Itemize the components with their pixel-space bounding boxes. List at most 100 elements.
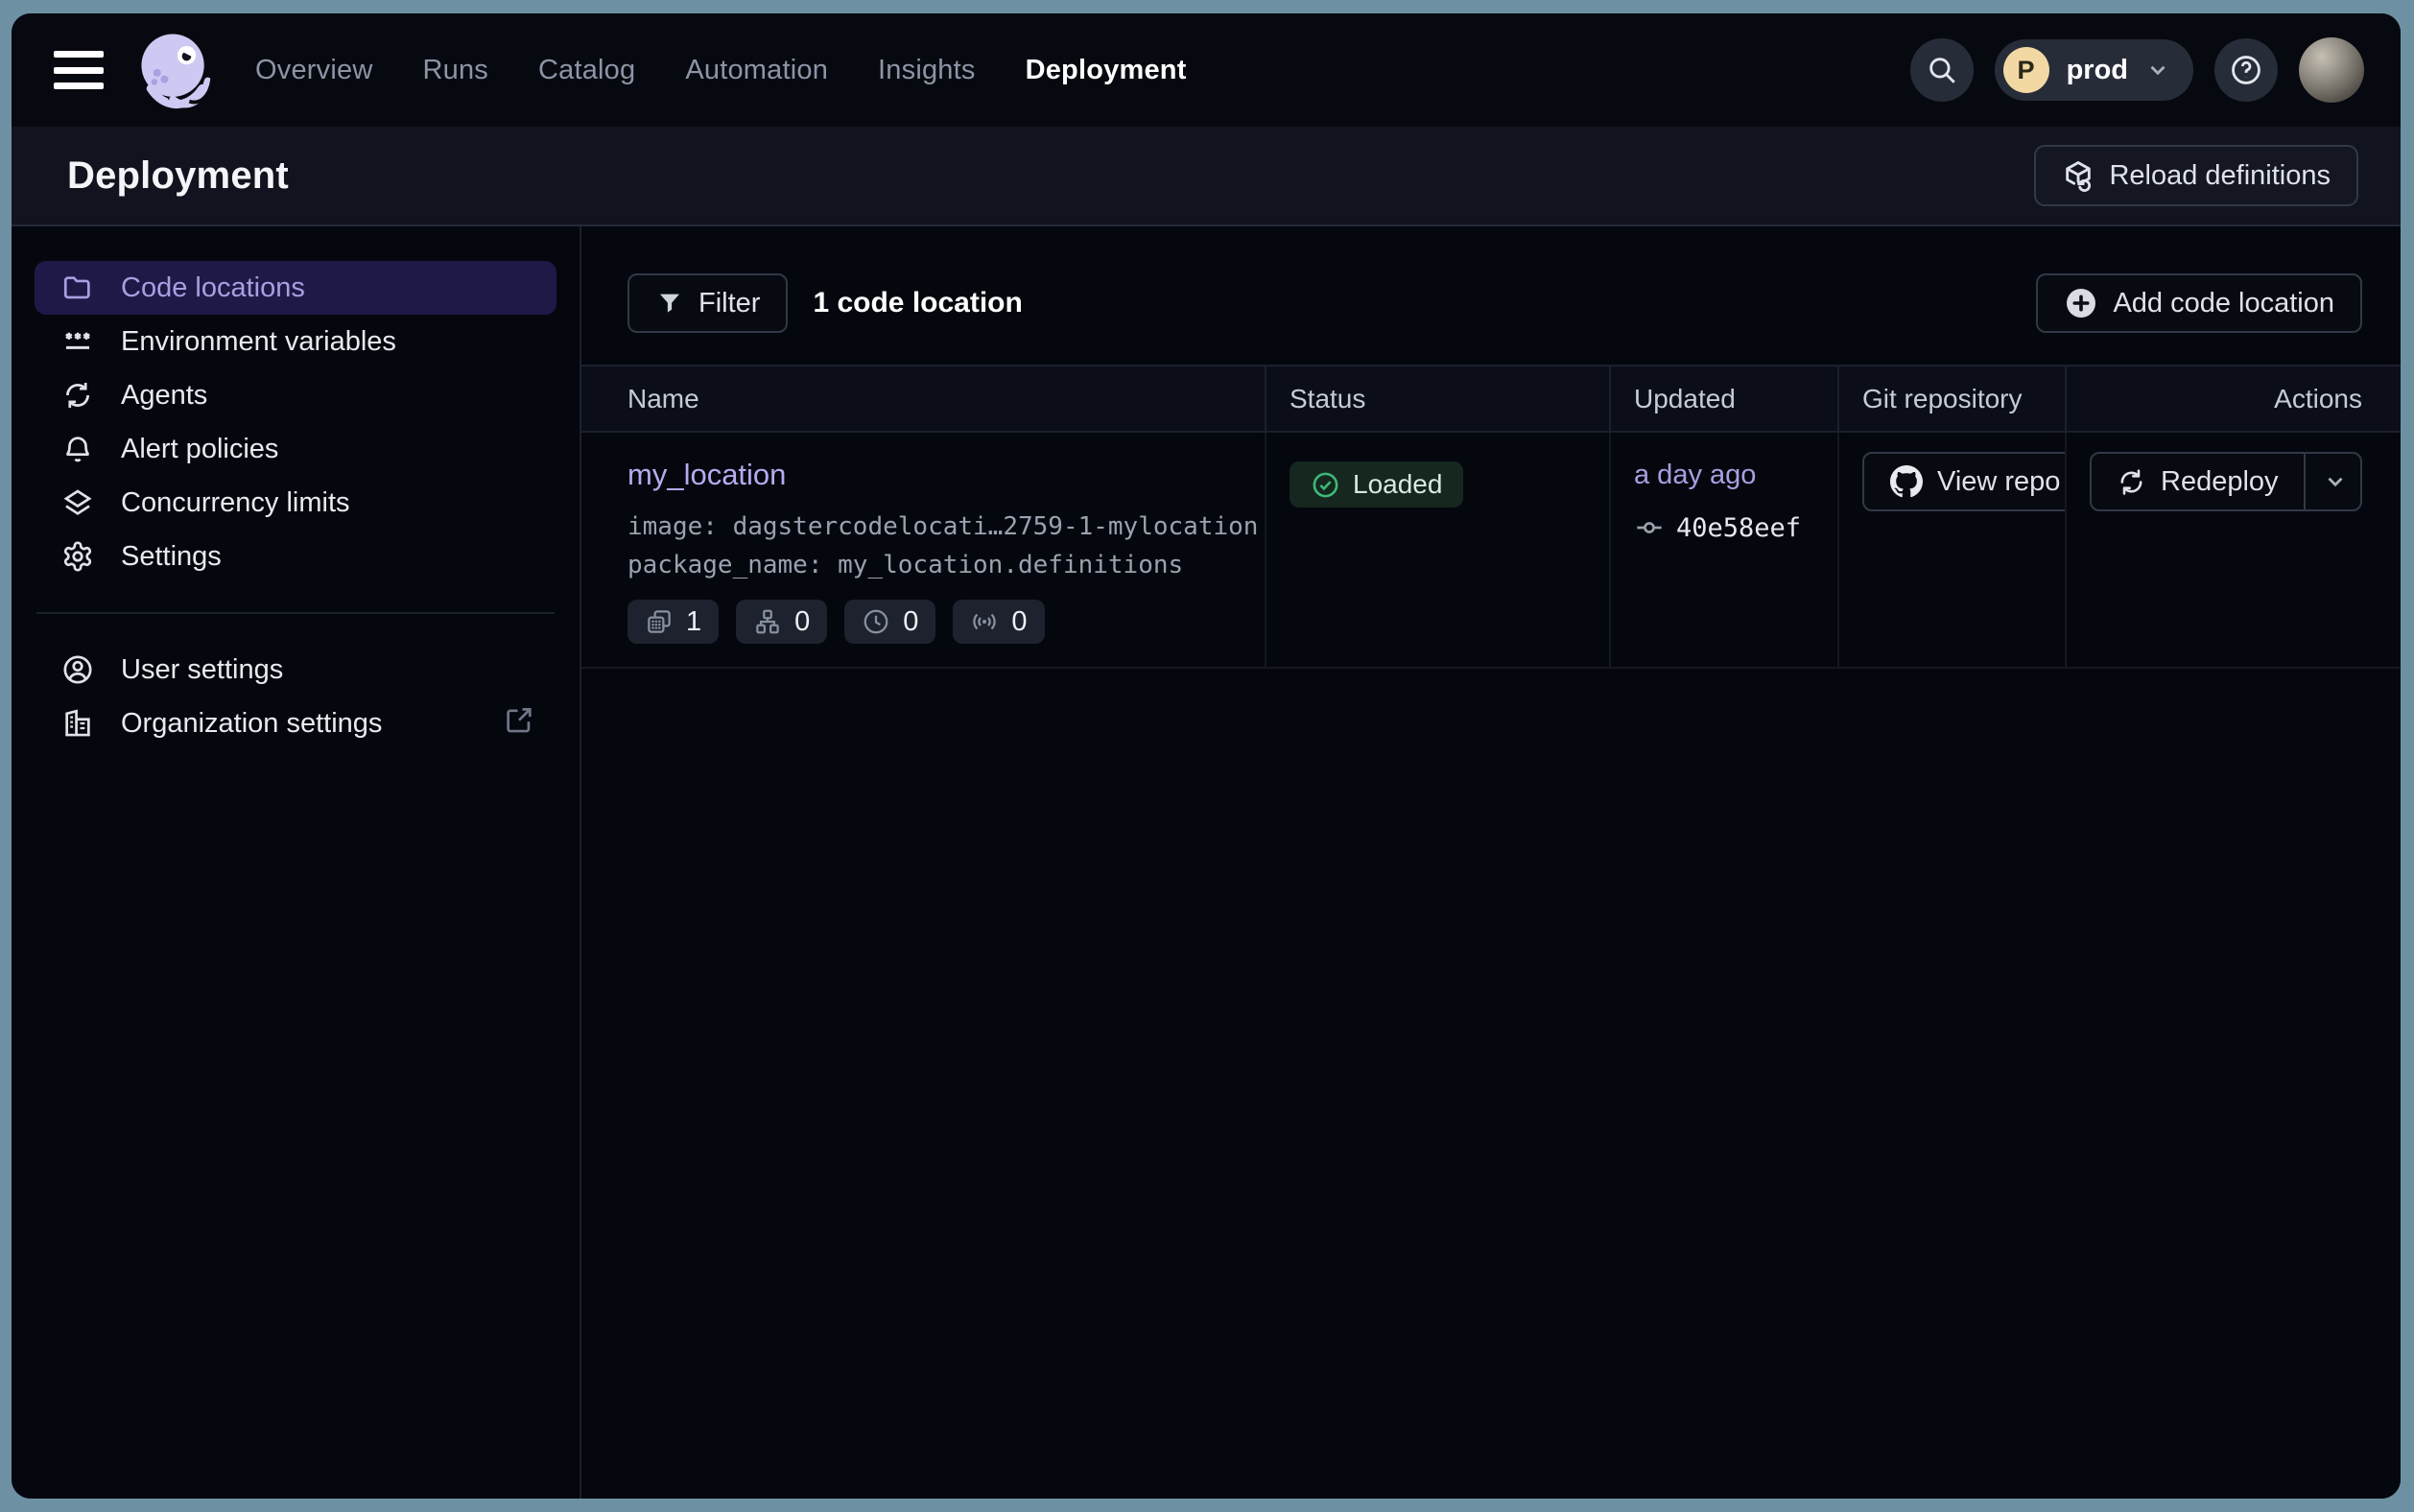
column-header-git-repository: Git repository [1837, 366, 2065, 431]
nav-runs[interactable]: Runs [422, 55, 488, 86]
deployment-name: prod [2067, 55, 2128, 86]
sidebar-item-concurrency-limits[interactable]: Concurrency limits [35, 476, 556, 530]
view-repo-label: View repo [1937, 466, 2060, 498]
image-line: image: dagstercodelocati…2759-1-mylocati… [627, 508, 1242, 546]
sidebar-item-settings[interactable]: Settings [35, 530, 556, 583]
status-badge: Loaded [1290, 461, 1463, 508]
redeploy-label: Redeploy [2161, 466, 2279, 498]
refresh-icon [61, 379, 94, 412]
search-icon [1926, 54, 1958, 86]
sidebar-item-code-locations[interactable]: Code locations [35, 261, 556, 315]
code-location-count: 1 code location [813, 287, 1022, 319]
sidebar-item-organization-settings[interactable]: Organization settings [35, 697, 556, 750]
table-row: my_location image: dagstercodelocati…275… [581, 433, 2401, 669]
column-header-actions: Actions [2065, 366, 2401, 431]
env-vars-icon [61, 325, 94, 358]
asset-count: 1 [686, 606, 701, 638]
sidebar-item-label: Concurrency limits [121, 487, 350, 519]
reload-definitions-label: Reload definitions [2109, 160, 2331, 192]
primary-nav: Overview Runs Catalog Automation Insight… [255, 55, 1187, 86]
sidebar-item-environment-variables[interactable]: Environment variables [35, 315, 556, 368]
add-code-location-label: Add code location [2113, 288, 2334, 319]
help-button[interactable] [2214, 38, 2278, 102]
jobs-icon [753, 607, 782, 636]
sidebar-item-user-settings[interactable]: User settings [35, 643, 556, 697]
external-link-icon [503, 703, 535, 744]
page-title: Deployment [67, 154, 289, 198]
sidebar-item-alert-policies[interactable]: Alert policies [35, 422, 556, 476]
nav-overview[interactable]: Overview [255, 55, 372, 86]
redeploy-button[interactable]: Redeploy [2092, 454, 2304, 509]
question-icon [2230, 54, 2262, 86]
commit-hash: 40e58eef [1676, 513, 1801, 543]
settings-sidebar: Code locations Environment variables Age… [12, 226, 581, 1499]
gear-icon [61, 540, 94, 573]
toolbar: Filter 1 code location Add code location [627, 273, 2362, 333]
code-locations-table: Name Status Updated Git repository Actio… [581, 365, 2401, 669]
commit-row: 40e58eef [1634, 512, 1814, 543]
updated-time-link[interactable]: a day ago [1634, 460, 1756, 491]
filter-label: Filter [698, 288, 760, 319]
schedule-count-badge: 0 [844, 600, 935, 644]
sidebar-item-label: Organization settings [121, 708, 382, 740]
bell-icon [61, 433, 94, 465]
folder-icon [61, 272, 94, 304]
sidebar-item-label: Code locations [121, 272, 305, 304]
building-icon [61, 707, 94, 740]
github-icon [1890, 465, 1923, 498]
assets-icon [645, 607, 674, 636]
sidebar-item-label: Settings [121, 541, 222, 573]
package-line: package_name: my_location.definitions [627, 546, 1242, 584]
layers-icon [61, 486, 94, 519]
sidebar-item-agents[interactable]: Agents [35, 368, 556, 422]
nav-automation[interactable]: Automation [685, 55, 828, 86]
chevron-down-icon [2323, 469, 2348, 494]
filter-button[interactable]: Filter [627, 273, 788, 333]
sensor-count-badge: 0 [953, 600, 1044, 644]
table-header-row: Name Status Updated Git repository Actio… [581, 365, 2401, 433]
chevron-down-icon [2145, 58, 2170, 83]
schedule-count: 0 [903, 606, 918, 638]
sensor-icon [970, 607, 999, 636]
status-label: Loaded [1353, 469, 1442, 500]
page-header: Deployment Reload definitions [12, 127, 2401, 226]
sidebar-item-label: Agents [121, 380, 207, 412]
search-button[interactable] [1910, 38, 1974, 102]
column-header-status: Status [1265, 366, 1609, 431]
check-circle-icon [1311, 470, 1340, 500]
reload-definitions-button[interactable]: Reload definitions [2034, 145, 2358, 206]
cube-reload-icon [2062, 159, 2094, 192]
view-repo-button[interactable]: View repo [1862, 452, 2065, 511]
sidebar-divider [36, 612, 555, 614]
nav-deployment[interactable]: Deployment [1026, 55, 1187, 86]
commit-icon [1634, 512, 1665, 543]
column-header-updated: Updated [1609, 366, 1837, 431]
redeploy-menu-button[interactable] [2304, 454, 2362, 509]
redeploy-split-button: Redeploy [2090, 452, 2362, 511]
user-avatar[interactable] [2299, 37, 2364, 103]
redeploy-icon [2117, 467, 2146, 497]
column-header-name: Name [581, 366, 1265, 431]
add-code-location-button[interactable]: Add code location [2036, 273, 2362, 333]
plus-circle-icon [2064, 286, 2098, 320]
main-panel: Filter 1 code location Add code location… [581, 226, 2401, 1499]
asset-count-badge: 1 [627, 600, 719, 644]
app-window: Overview Runs Catalog Automation Insight… [12, 13, 2401, 1499]
nav-catalog[interactable]: Catalog [538, 55, 635, 86]
sensor-count: 0 [1011, 606, 1027, 638]
sidebar-item-label: Environment variables [121, 326, 396, 358]
code-location-link[interactable]: my_location [627, 458, 786, 492]
nav-insights[interactable]: Insights [878, 55, 976, 86]
sidebar-item-label: Alert policies [121, 434, 278, 465]
top-nav: Overview Runs Catalog Automation Insight… [12, 13, 2401, 127]
menu-icon[interactable] [54, 51, 104, 89]
job-count-badge: 0 [736, 600, 827, 644]
sidebar-item-label: User settings [121, 654, 283, 686]
clock-icon [862, 607, 890, 636]
job-count: 0 [794, 606, 810, 638]
filter-icon [655, 289, 684, 318]
user-circle-icon [61, 653, 94, 686]
deployment-switcher[interactable]: P prod [1995, 39, 2193, 101]
dagster-logo-icon[interactable] [129, 24, 221, 116]
deployment-initial-badge: P [2003, 47, 2049, 93]
